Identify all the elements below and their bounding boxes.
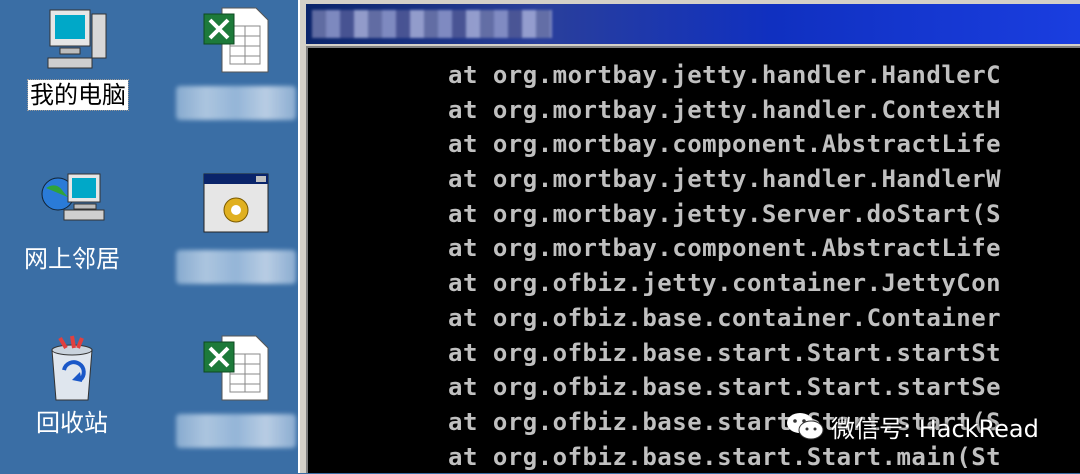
stack-trace-line: at org.ofbiz.base.start.Start.startSe xyxy=(448,373,1002,402)
console-window[interactable]: at org.mortbay.jetty.handler.HandlerC at… xyxy=(298,0,1080,473)
stack-trace-line: at org.mortbay.component.AbstractLife xyxy=(448,234,1002,263)
stack-trace-line: at org.mortbay.jetty.handler.HandlerC xyxy=(448,61,1002,89)
excel-file-shortcut[interactable] xyxy=(176,332,296,448)
pixelated-title xyxy=(312,10,552,38)
stack-trace-line: at org.ofbiz.jetty.container.JettyCon xyxy=(448,269,1002,298)
icon-label: 回收站 xyxy=(36,409,108,437)
recycle-bin-icon xyxy=(36,332,108,404)
watermark: 微信号: HackRead xyxy=(785,406,1039,446)
stack-trace-line: at org.ofbiz.base.container.Container xyxy=(448,303,1002,332)
excel-file-shortcut[interactable] xyxy=(176,4,296,120)
stack-trace-line: at org.mortbay.component.AbstractLife xyxy=(448,130,1002,159)
watermark-text: 微信号: HackRead xyxy=(831,414,1039,443)
icon-label: 我的电脑 xyxy=(27,79,129,111)
blurred-label xyxy=(176,250,296,284)
network-neighborhood-shortcut[interactable]: 网上邻居 xyxy=(12,168,132,274)
stack-trace-line: at org.ofbiz.base.start.Start.startSt xyxy=(448,338,1002,367)
stack-trace-line: at org.mortbay.jetty.Server.doStart(S xyxy=(448,199,1002,228)
recycle-bin-shortcut[interactable]: 回收站 xyxy=(12,332,132,438)
console-app-shortcut[interactable] xyxy=(176,168,296,284)
desktop: 我的电脑 网上邻居 回收站 xyxy=(0,0,300,473)
network-neighborhood-icon xyxy=(36,168,108,240)
my-computer-shortcut[interactable]: 我的电脑 xyxy=(18,4,138,111)
my-computer-icon xyxy=(42,4,114,76)
excel-file-icon xyxy=(200,4,272,76)
icon-label: 网上邻居 xyxy=(24,245,120,273)
excel-file-icon xyxy=(200,332,272,404)
blurred-label xyxy=(176,414,296,448)
wechat-logo-icon xyxy=(785,410,825,442)
window-titlebar[interactable] xyxy=(306,4,1080,44)
stack-trace-line: at org.mortbay.jetty.handler.ContextH xyxy=(448,95,1002,124)
stack-trace-line: at org.mortbay.jetty.handler.HandlerW xyxy=(448,165,1002,194)
blurred-label xyxy=(176,86,296,120)
console-app-icon xyxy=(200,168,272,240)
